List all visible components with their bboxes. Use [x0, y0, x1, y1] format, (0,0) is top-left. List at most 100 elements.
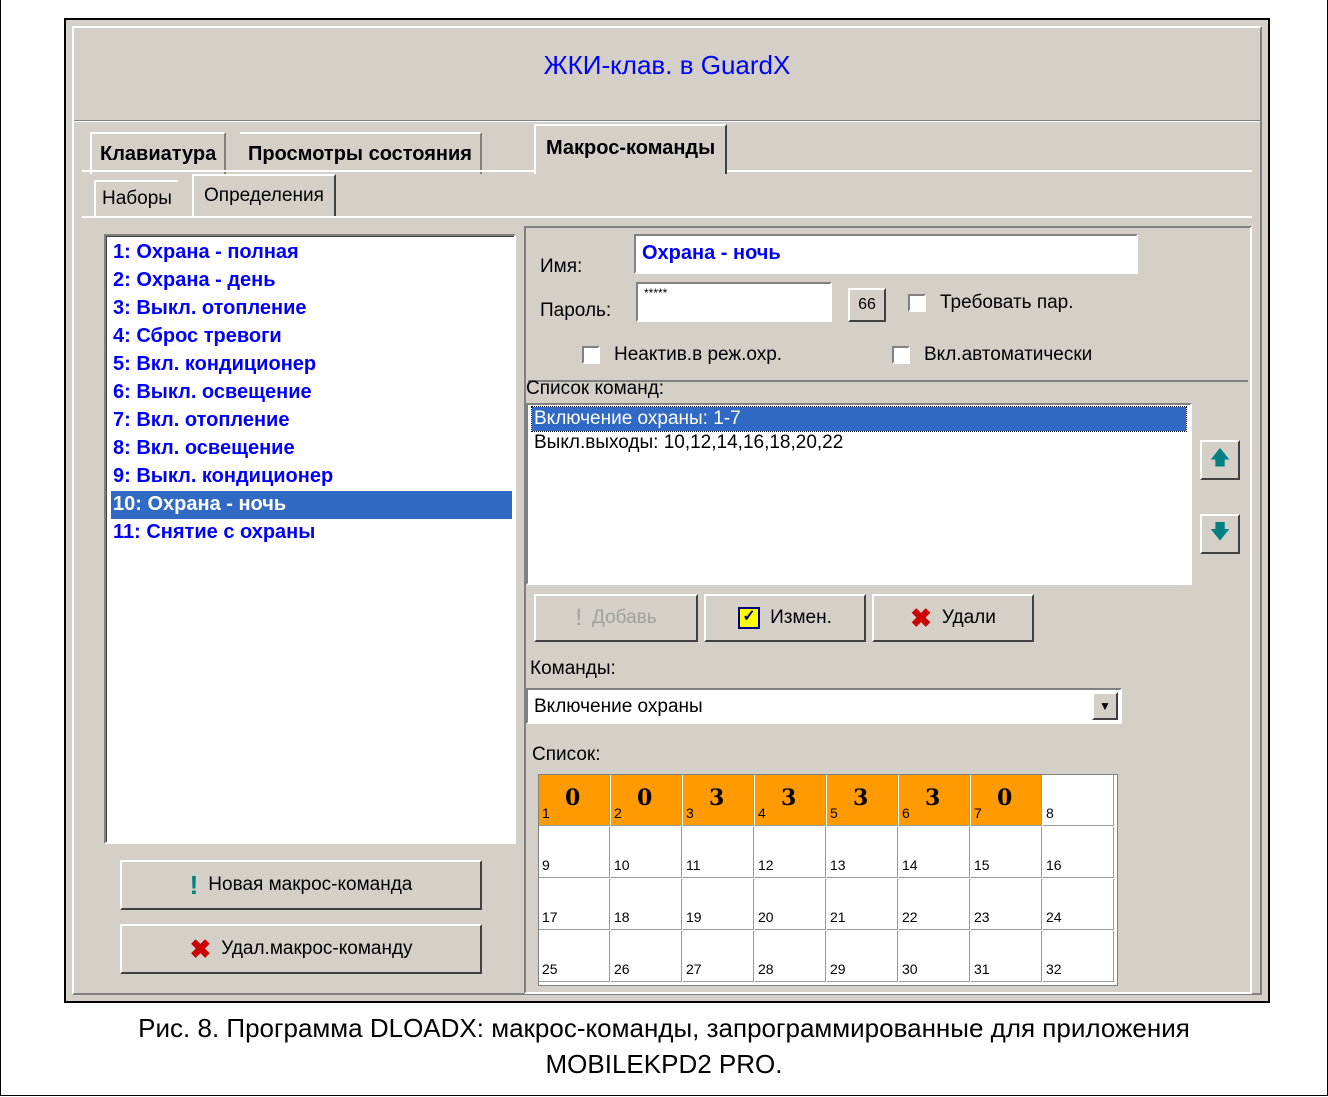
delete-macro-button[interactable]: ✖ Удал.макрос-команду	[120, 924, 482, 974]
macro-list-item[interactable]: 5: Вкл. кондиционер	[111, 351, 512, 379]
move-down-button[interactable]: 🡇	[1200, 514, 1240, 554]
partition-cell[interactable]: 28	[755, 931, 826, 982]
partition-cell[interactable]: 33	[683, 775, 754, 826]
partition-number: 30	[902, 961, 918, 977]
macro-list-item[interactable]: 1: Охрана - полная	[111, 239, 512, 267]
inactive-armed-label: Неактив.в реж.охр.	[614, 344, 783, 365]
tab-status-views[interactable]: Просмотры состояния	[240, 132, 482, 174]
command-list-item[interactable]: Выкл.выходы: 10,12,14,16,18,20,22	[532, 431, 1186, 455]
partition-number: 29	[830, 961, 846, 977]
name-field[interactable]: Охрана - ночь	[634, 234, 1138, 274]
partition-cell[interactable]: 20	[755, 879, 826, 930]
partition-cell[interactable]: 13	[827, 827, 898, 878]
partition-cell[interactable]: 24	[1043, 879, 1114, 930]
partition-cell[interactable]: 23	[971, 879, 1042, 930]
commands-combo[interactable]: Включение охраны ▼	[526, 688, 1122, 724]
partition-number: 5	[830, 805, 838, 821]
partition-cell[interactable]: 18	[611, 879, 682, 930]
add-command-button[interactable]: ! Добавь	[534, 594, 698, 642]
glasses-icon: 66	[858, 296, 876, 313]
subtab-sets[interactable]: Наборы	[94, 180, 178, 216]
new-macro-button[interactable]: ! Новая макрос-команда	[120, 860, 482, 910]
arrow-up-icon: 🡅	[1209, 447, 1231, 469]
tab-macro-commands[interactable]: Макрос-команды	[534, 124, 728, 174]
partition-value: 3	[781, 785, 797, 811]
partition-cell[interactable]: 21	[827, 879, 898, 930]
partition-number: 31	[974, 961, 990, 977]
delete-macro-label: Удал.макрос-команду	[221, 938, 413, 959]
macro-list-item[interactable]: 4: Сброс тревоги	[111, 323, 512, 351]
partition-number: 32	[1046, 961, 1062, 977]
auto-enable-checkbox[interactable]	[892, 346, 910, 364]
partition-number: 7	[974, 805, 982, 821]
partition-cell[interactable]: 26	[611, 931, 682, 982]
arrow-down-icon: 🡇	[1209, 521, 1231, 543]
chevron-down-icon[interactable]: ▼	[1092, 692, 1118, 720]
macro-list-item[interactable]: 6: Выкл. освещение	[111, 379, 512, 407]
command-list[interactable]: Включение охраны: 1-7 Выкл.выходы: 10,12,…	[526, 403, 1192, 585]
partition-number: 18	[614, 909, 630, 925]
partition-number: 17	[542, 909, 558, 925]
macro-list[interactable]: 1: Охрана - полная 2: Охрана - день 3: Вык…	[104, 234, 516, 844]
edit-command-button[interactable]: ✓ Измен.	[704, 594, 866, 642]
partition-cell[interactable]: 8	[1043, 775, 1114, 826]
partition-number: 8	[1046, 805, 1054, 821]
macro-list-item[interactable]: 10: Охрана - ночь	[111, 491, 512, 519]
partition-cell[interactable]: 12	[755, 827, 826, 878]
partition-number: 14	[902, 857, 918, 873]
partition-cell[interactable]: 29	[827, 931, 898, 982]
macro-list-item[interactable]: 2: Охрана - день	[111, 267, 512, 295]
subtab-definitions[interactable]: Определения	[192, 174, 336, 216]
require-password-label: Требовать пар.	[940, 292, 1074, 313]
edit-command-label: Измен.	[770, 607, 832, 628]
partition-cell[interactable]: 16	[1043, 827, 1114, 878]
partition-cell[interactable]: 10	[539, 775, 610, 826]
require-password-checkbox[interactable]	[908, 294, 926, 312]
partition-cell[interactable]: 20	[611, 775, 682, 826]
macro-list-item[interactable]: 9: Выкл. кондиционер	[111, 463, 512, 491]
partition-cell[interactable]: 9	[539, 827, 610, 878]
macro-list-item[interactable]: 3: Выкл. отопление	[111, 295, 512, 323]
partition-number: 16	[1046, 857, 1062, 873]
partition-cell[interactable]: 14	[899, 827, 970, 878]
partition-number: 6	[902, 805, 910, 821]
partition-cell[interactable]: 22	[899, 879, 970, 930]
partition-cell[interactable]: 27	[683, 931, 754, 982]
partition-number: 27	[686, 961, 702, 977]
macro-list-item[interactable]: 8: Вкл. освещение	[111, 435, 512, 463]
partition-cell[interactable]: 53	[827, 775, 898, 826]
macro-list-item[interactable]: 11: Снятие с охраны	[111, 519, 512, 547]
command-list-item[interactable]: Включение охраны: 1-7	[531, 406, 1187, 432]
inactive-armed-checkbox[interactable]	[582, 346, 600, 364]
partition-cell[interactable]: 10	[611, 827, 682, 878]
partition-number: 15	[974, 857, 990, 873]
partition-cell[interactable]: 31	[971, 931, 1042, 982]
macro-list-item[interactable]: 7: Вкл. отопление	[111, 407, 512, 435]
partition-number: 12	[758, 857, 774, 873]
delete-command-button[interactable]: ✖ Удали	[872, 594, 1034, 642]
partition-cell[interactable]: 11	[683, 827, 754, 878]
partition-cell[interactable]: 19	[683, 879, 754, 930]
show-password-button[interactable]: 66	[848, 288, 886, 322]
partition-number: 23	[974, 909, 990, 925]
partition-cell[interactable]: 30	[899, 931, 970, 982]
partition-cell[interactable]: 25	[539, 931, 610, 982]
partition-number: 2	[614, 805, 622, 821]
title-divider	[74, 120, 1260, 122]
move-up-button[interactable]: 🡅	[1200, 440, 1240, 480]
partition-number: 13	[830, 857, 846, 873]
password-field[interactable]: *****	[636, 282, 832, 322]
partition-cell[interactable]: 43	[755, 775, 826, 826]
command-list-label: Список команд:	[526, 378, 665, 399]
partition-cell[interactable]: 63	[899, 775, 970, 826]
new-macro-label: Новая макрос-команда	[208, 874, 413, 895]
partition-value: 0	[565, 785, 581, 811]
partition-cell[interactable]: 32	[1043, 931, 1114, 982]
partition-cell[interactable]: 17	[539, 879, 610, 930]
partition-cell[interactable]: 70	[971, 775, 1042, 826]
tab-keyboard[interactable]: Клавиатура	[90, 132, 227, 174]
red-x-icon: ✖	[910, 602, 932, 633]
partition-cell[interactable]: 15	[971, 827, 1042, 878]
checkbox-checked-icon: ✓	[738, 607, 761, 629]
partition-number: 28	[758, 961, 774, 977]
